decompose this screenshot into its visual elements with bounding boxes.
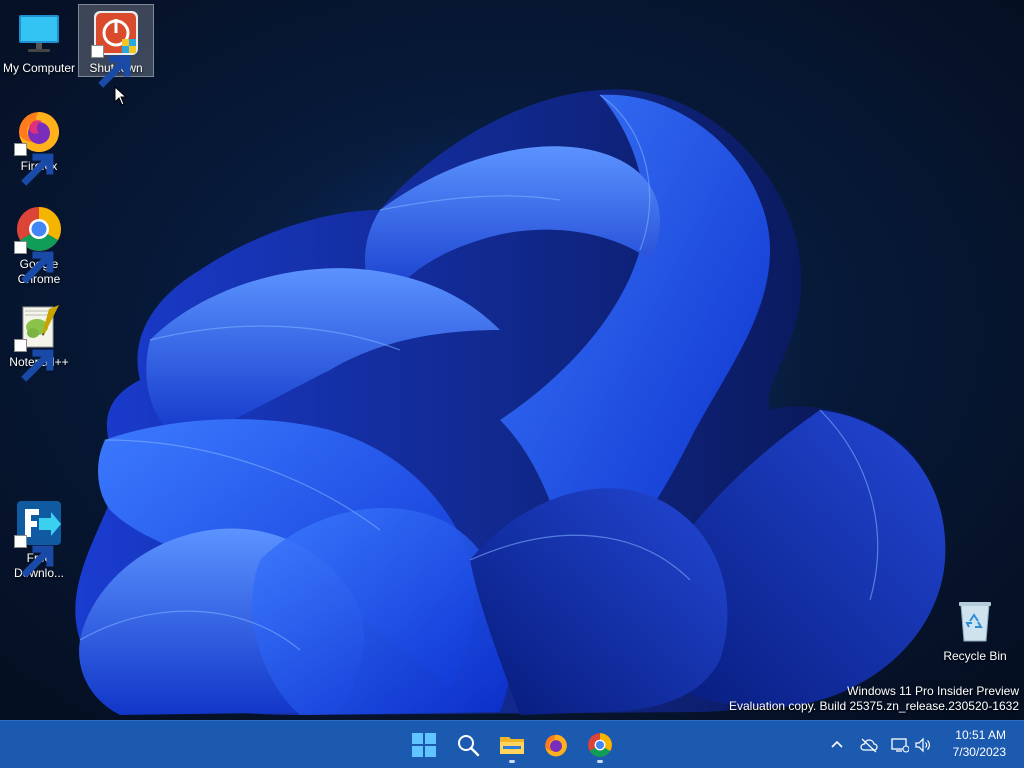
cloud-offline-icon — [860, 738, 878, 753]
icon-label: Recycle Bin — [943, 649, 1007, 663]
running-indicator — [597, 760, 603, 763]
search-icon — [458, 735, 480, 757]
firefox-icon — [14, 107, 63, 186]
clock-time: 10:51 AM — [955, 728, 1006, 742]
icon-label: My Computer — [2, 61, 76, 75]
taskbar-firefox[interactable] — [536, 725, 576, 765]
build-watermark: Windows 11 Pro Insider Preview Evaluatio… — [729, 684, 1019, 714]
recycle-bin-icon — [951, 597, 999, 645]
taskbar-file-explorer[interactable] — [492, 725, 532, 765]
watermark-edition: Windows 11 Pro Insider Preview — [847, 684, 1019, 698]
desktop-icon-shutdown[interactable]: Shutdown — [78, 4, 154, 88]
start-button[interactable] — [404, 725, 444, 765]
desktop[interactable]: My Computer Shutdown Firefox Google Chro… — [0, 0, 1024, 720]
network-icon — [891, 738, 909, 753]
chrome-icon — [588, 733, 612, 757]
desktop-icon-free-download-manager[interactable]: Free Downlo... — [1, 494, 77, 582]
firefox-icon — [545, 734, 567, 757]
chrome-icon — [14, 205, 63, 284]
taskbar: 10:51 AM 7/30/2023 — [0, 720, 1024, 768]
windows-logo-icon — [412, 733, 436, 757]
show-hidden-icons-button[interactable] — [825, 733, 849, 757]
chevron-up-icon — [831, 740, 843, 748]
mouse-cursor-icon — [114, 86, 128, 106]
taskbar-chrome[interactable] — [580, 725, 620, 765]
desktop-icon-notepadpp[interactable]: Notepad++ — [1, 298, 77, 382]
computer-icon — [15, 9, 63, 57]
wallpaper-bloom — [75, 89, 946, 716]
shutdown-icon — [91, 9, 140, 88]
notepadpp-icon — [14, 303, 63, 382]
desktop-icon-recycle-bin[interactable]: Recycle Bin — [937, 592, 1013, 665]
volume-tray-button[interactable] — [911, 733, 935, 757]
shortcut-arrow-icon — [14, 241, 54, 284]
shortcut-arrow-icon — [91, 45, 131, 88]
shortcut-arrow-icon — [14, 339, 54, 382]
onedrive-tray-button[interactable] — [857, 733, 881, 757]
watermark-build: Evaluation copy. Build 25375.zn_release.… — [729, 699, 1019, 713]
taskbar-clock[interactable]: 10:51 AM 7/30/2023 — [936, 727, 1006, 761]
desktop-icon-my-computer[interactable]: My Computer — [1, 4, 77, 77]
shortcut-arrow-icon — [14, 535, 54, 578]
folder-icon — [500, 737, 524, 754]
network-tray-button[interactable] — [888, 733, 912, 757]
running-indicator — [509, 760, 515, 763]
clock-date: 7/30/2023 — [952, 745, 1006, 759]
shortcut-arrow-icon — [14, 143, 54, 186]
free-download-manager-icon — [14, 499, 63, 578]
desktop-icon-chrome[interactable]: Google Chrome — [1, 200, 77, 288]
speaker-icon — [915, 737, 930, 753]
search-button[interactable] — [448, 725, 488, 765]
desktop-icon-firefox[interactable]: Firefox — [1, 102, 77, 186]
